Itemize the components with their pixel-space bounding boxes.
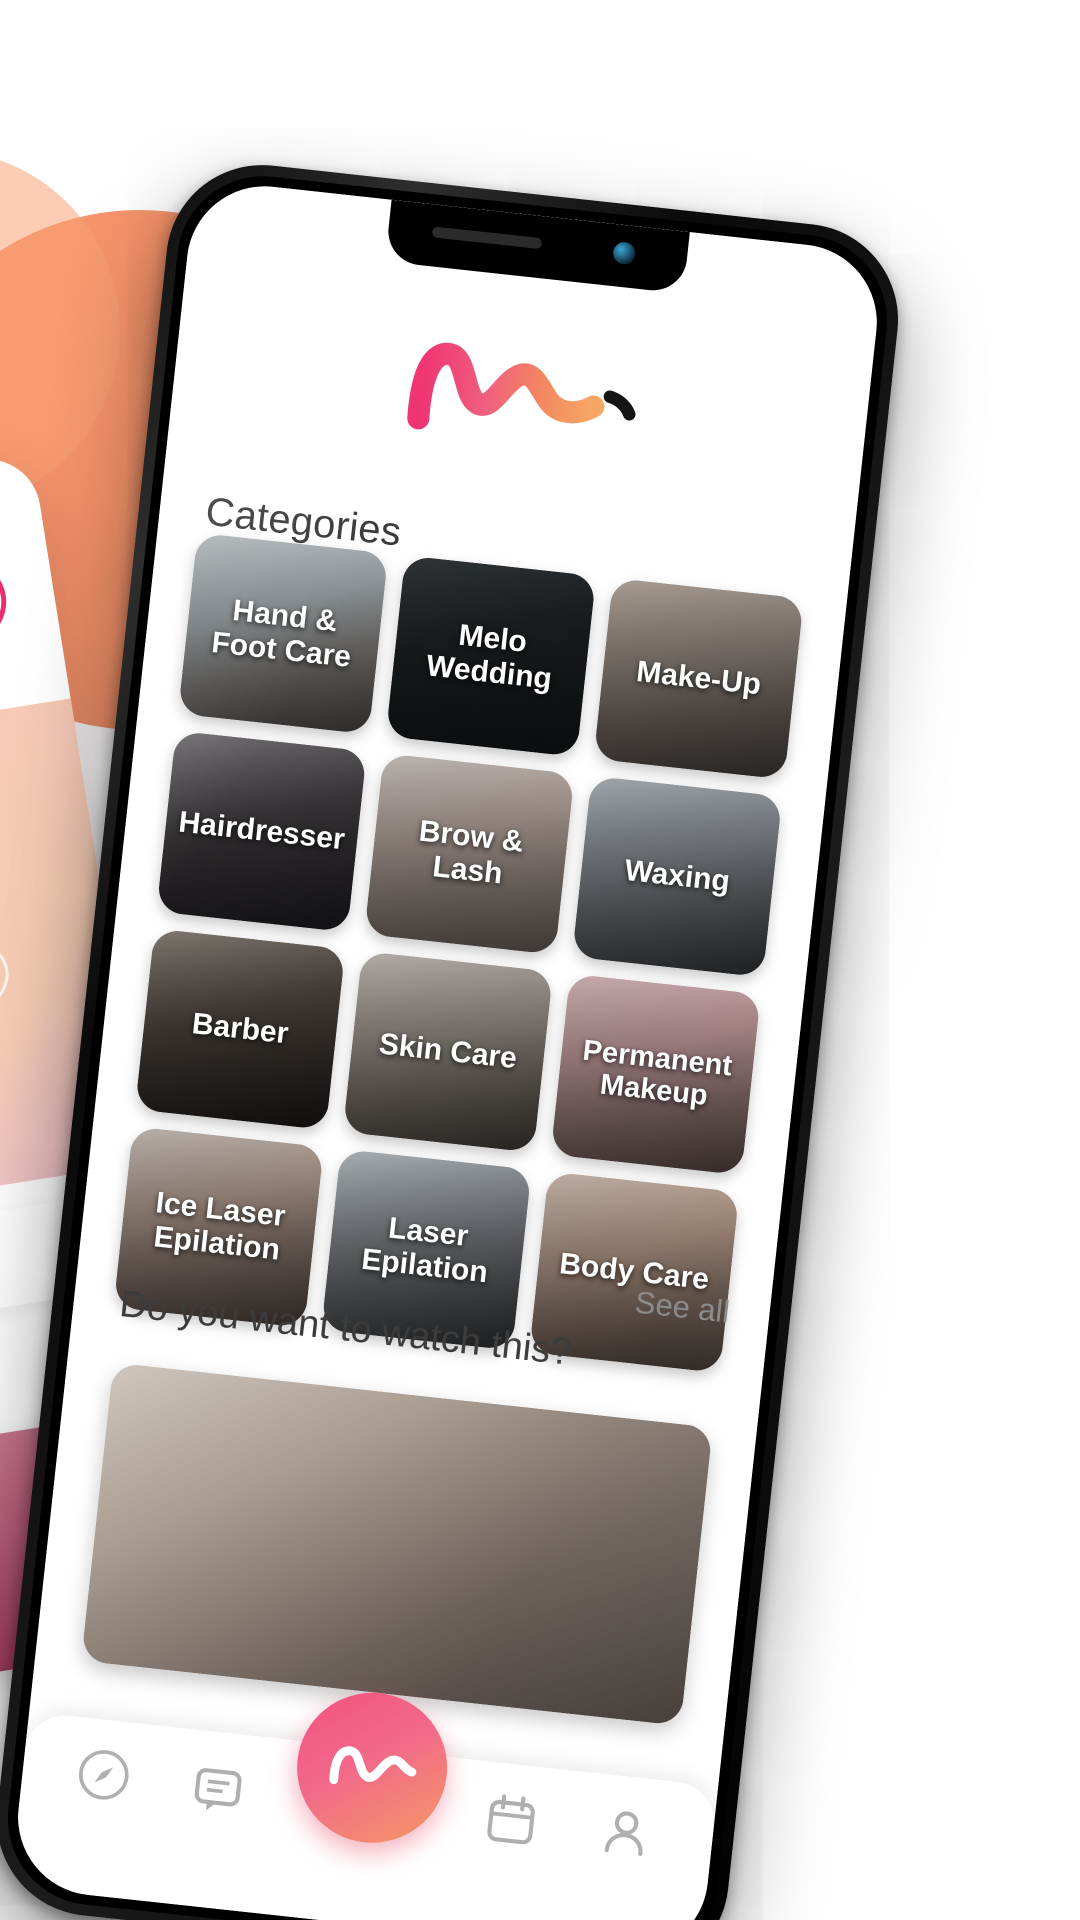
category-tile-hand-foot-care[interactable]: Hand & Foot Care (177, 532, 389, 735)
category-tile-barber[interactable]: Barber (134, 928, 346, 1131)
compass-icon[interactable] (71, 1743, 142, 1814)
front-camera-icon (611, 240, 636, 266)
category-tile-hairdresser[interactable]: Hairdresser (156, 730, 367, 933)
chat-icon[interactable] (185, 1755, 256, 1826)
category-tile-permanent-makeup[interactable]: Permanent Makeup (550, 973, 761, 1176)
categories-grid: Hand & Foot Care Melo Wedding Make-Up Ha… (113, 532, 804, 1374)
calendar-icon[interactable] (479, 1787, 550, 1858)
person-icon[interactable] (593, 1800, 664, 1871)
category-tile-brow-lash[interactable]: Brow & Lash (364, 753, 575, 955)
melo-fab-icon[interactable] (288, 1685, 455, 1851)
category-tile-skin-care[interactable]: Skin Care (342, 950, 554, 1153)
tile-label: Brow & Lash (417, 814, 526, 891)
watch-video-card[interactable] (81, 1362, 713, 1726)
mockup-stage: el m nu ! o n care, hair... ye l Nail Po… (0, 0, 1080, 1920)
melo-fab-squiggle (328, 1746, 416, 1785)
category-tile-melo-wedding[interactable]: Melo Wedding (385, 555, 597, 757)
bottom-tab-bar (10, 1685, 719, 1920)
avatar-icon[interactable] (0, 553, 13, 650)
earpiece-speaker (431, 226, 542, 250)
category-tile-waxing[interactable]: Waxing (571, 775, 783, 978)
category-tile-make-up[interactable]: Make-Up (593, 577, 804, 780)
video-thumbnail (81, 1362, 713, 1726)
melo-squiggle-logo (406, 342, 636, 430)
app-logo[interactable] (171, 308, 870, 478)
